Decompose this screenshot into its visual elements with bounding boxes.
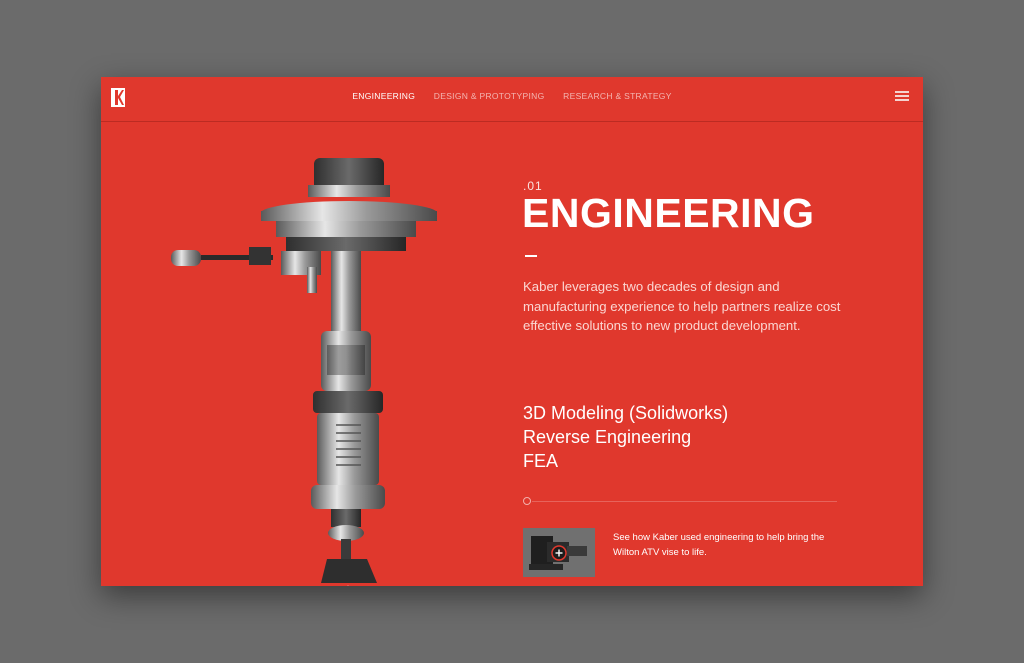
play-icon[interactable]	[551, 545, 567, 561]
main-nav: ENGINEERING DESIGN & PROTOTYPING RESEARC…	[101, 91, 923, 101]
top-navigation: ENGINEERING DESIGN & PROTOTYPING RESEARC…	[101, 77, 923, 122]
description: Kaber leverages two decades of design an…	[523, 279, 841, 333]
services-list: 3D Modeling (Solidworks) Reverse Enginee…	[523, 401, 728, 473]
title-divider	[525, 255, 537, 257]
service-item: 3D Modeling (Solidworks)	[523, 403, 729, 423]
section-divider	[523, 497, 837, 507]
service-item: FEA	[523, 451, 559, 471]
divider-ring	[523, 497, 531, 505]
case-study-thumbnail[interactable]	[523, 528, 595, 577]
service-item: Reverse Engineering	[523, 427, 692, 447]
case-study-link[interactable]: See how Kaber used engineering to help b…	[613, 530, 833, 560]
divider-line	[532, 501, 837, 502]
hamburger-menu-icon[interactable]	[895, 91, 909, 101]
nav-item-engineering[interactable]: ENGINEERING	[352, 91, 415, 101]
page-frame: ENGINEERING DESIGN & PROTOTYPING RESEARC…	[101, 77, 923, 586]
nav-item-research-strategy[interactable]: RESEARCH & STRATEGY	[563, 91, 672, 101]
nav-item-design-prototyping[interactable]: DESIGN & PROTOTYPING	[434, 91, 545, 101]
page-title: ENGINEERING	[522, 190, 815, 236]
machine-illustration	[171, 158, 437, 586]
